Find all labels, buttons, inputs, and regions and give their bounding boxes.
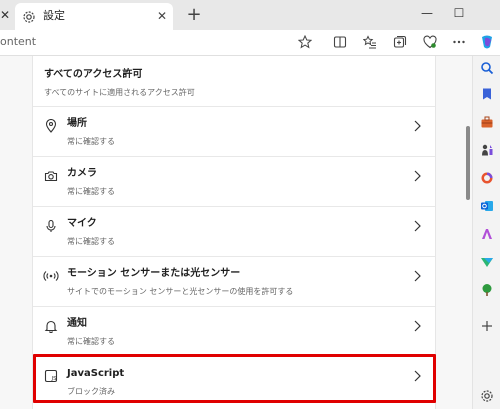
permission-row-notifications[interactable]: 通知 常に確認する <box>33 306 435 356</box>
section-subtitle: すべてのサイトに適用されるアクセス許可 <box>44 88 195 97</box>
microphone-icon <box>43 218 59 234</box>
chevron-right-icon <box>411 118 423 132</box>
tab-title: 設定 <box>43 9 65 22</box>
bell-icon <box>43 318 59 334</box>
row-subtext: サイトでのモーション センサーと光センサーの使用を許可する <box>67 287 294 296</box>
highlight-box <box>33 354 436 403</box>
permission-row-location[interactable]: 場所 常に確認する <box>33 106 435 156</box>
drop-icon[interactable] <box>479 254 495 270</box>
camera-icon <box>43 168 59 184</box>
toolbar: ontent <box>0 30 500 56</box>
bookmark-tag-icon[interactable] <box>479 86 495 102</box>
chess-game-icon[interactable] <box>479 142 495 158</box>
toolbox-icon[interactable] <box>479 114 495 130</box>
tab-close-icon[interactable]: ✕ <box>155 8 169 24</box>
location-icon <box>43 118 59 134</box>
permission-row-motion-sensors[interactable]: モーション センサーまたは光センサー サイトでのモーション センサーと光センサー… <box>33 256 435 306</box>
maximize-button[interactable]: ☐ <box>450 4 468 22</box>
collections-icon[interactable] <box>391 33 409 51</box>
more-options-icon[interactable] <box>450 33 468 51</box>
tab-strip: ✕ 設定 ✕ + — ☐ <box>0 0 500 30</box>
minimize-button[interactable]: — <box>418 4 436 22</box>
permission-row-camera[interactable]: カメラ 常に確認する <box>33 156 435 206</box>
tab-settings[interactable]: 設定 ✕ <box>15 3 173 30</box>
tree-icon[interactable] <box>479 282 495 298</box>
permission-row-microphone[interactable]: マイク 常に確認する <box>33 206 435 256</box>
chevron-right-icon <box>411 318 423 332</box>
row-label: モーション センサーまたは光センサー <box>67 268 241 279</box>
scrollbar-thumb[interactable] <box>466 126 470 200</box>
browser-essentials-icon[interactable] <box>421 33 439 51</box>
row-subtext: 常に確認する <box>67 187 115 196</box>
outlook-icon[interactable] <box>479 198 495 214</box>
row-label: 通知 <box>67 318 87 329</box>
edge-sidebar <box>472 56 500 409</box>
split-screen-icon[interactable] <box>331 33 349 51</box>
new-tab-button[interactable]: + <box>184 4 204 26</box>
address-bar[interactable]: ontent <box>0 35 36 49</box>
row-label: マイク <box>67 218 97 229</box>
gear-icon <box>22 9 36 23</box>
section-title: すべてのアクセス許可 <box>44 69 143 80</box>
row-label: カメラ <box>67 168 97 179</box>
add-icon[interactable] <box>479 318 495 334</box>
chevron-right-icon <box>411 218 423 232</box>
chevron-right-icon <box>411 168 423 182</box>
copilot-icon[interactable] <box>478 33 496 51</box>
favorite-star-icon[interactable] <box>296 33 314 51</box>
sidebar-settings-icon[interactable] <box>479 388 495 404</box>
designer-icon[interactable] <box>479 226 495 242</box>
row-subtext: 常に確認する <box>67 137 115 146</box>
search-icon[interactable] <box>479 60 495 76</box>
office-icon[interactable] <box>479 170 495 186</box>
row-subtext: 常に確認する <box>67 337 115 346</box>
motion-sensor-icon <box>43 268 59 284</box>
row-subtext: 常に確認する <box>67 237 115 246</box>
previous-tab-close-icon[interactable]: ✕ <box>0 6 14 24</box>
chevron-right-icon <box>411 268 423 282</box>
favorites-icon[interactable] <box>361 33 379 51</box>
row-label: 場所 <box>67 118 87 129</box>
